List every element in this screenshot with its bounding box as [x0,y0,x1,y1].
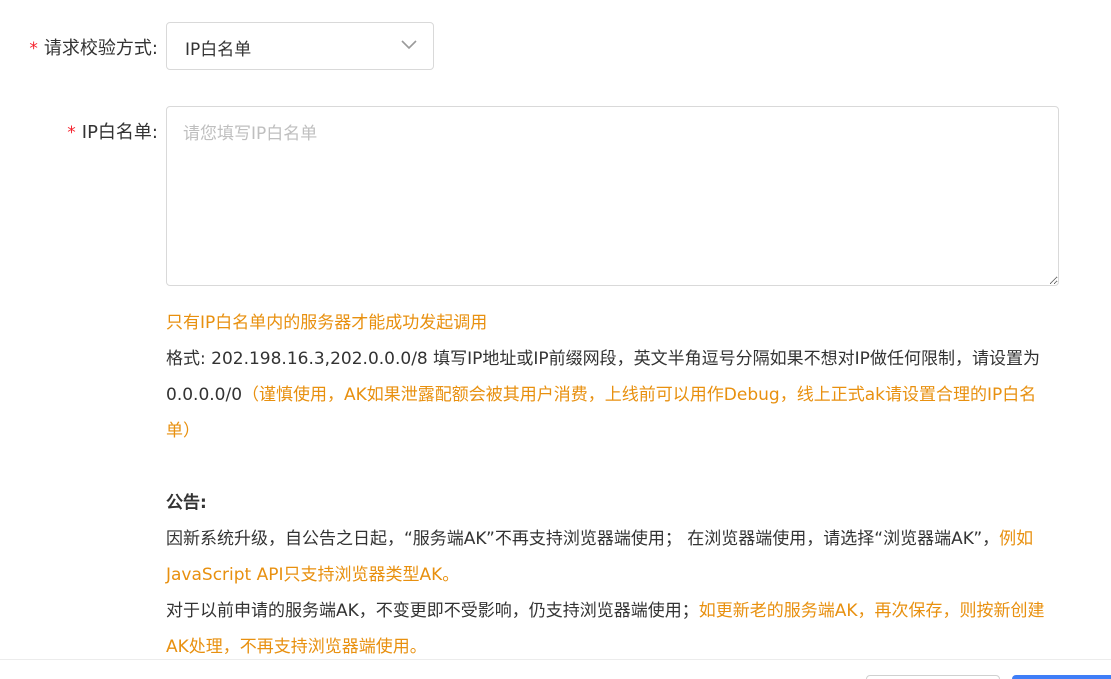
ip-whitelist-label: * IP白名单: [0,118,166,144]
ip-whitelist-label-text: IP白名单: [81,122,158,143]
ip-whitelist-textarea[interactable] [166,106,1059,286]
ip-whitelist-row: * IP白名单: [0,118,166,144]
required-mark: * [67,123,76,143]
notice-p2-text: 对于以前申请的服务端AK，不变更即不受影响，仍支持浏览器端使用； [166,601,699,621]
verify-method-label-text: 请求校验方式: [43,38,158,59]
cancel-button[interactable] [866,675,1000,679]
format-warning: （谨慎使用，AK如果泄露配额会被其用户消费，上线前可以用作Debug，线上正式a… [166,385,1037,441]
required-mark: * [29,39,38,59]
chevron-down-icon [401,40,417,50]
notice-paragraph-2: 对于以前申请的服务端AK，不变更即不受影响，仍支持浏览器端使用；如更新老的服务端… [166,593,1061,665]
format-hint: 格式: 202.198.16.3,202.0.0.0/8 填写IP地址或IP前缀… [166,341,1061,449]
app-key-settings-form: *请求校验方式: IP白名单 *IP白名单: 只有IP白名单内的服务器才能成功发… [0,0,1111,679]
verify-method-select[interactable]: IP白名单 [166,22,434,70]
help-section: 只有IP白名单内的服务器才能成功发起调用 格式: 202.198.16.3,20… [166,305,1061,665]
whitelist-hint: 只有IP白名单内的服务器才能成功发起调用 [166,313,488,333]
verify-method-row: * 请求校验方式: [0,34,166,60]
verify-method-selected-value: IP白名单 [185,40,252,60]
notice-paragraph-1: 因新系统升级，自公告之日起，“服务端AK”不再支持浏览器端使用； 在浏览器端使用… [166,521,1061,593]
notice-p1-text: 因新系统升级，自公告之日起，“服务端AK”不再支持浏览器端使用； 在浏览器端使用… [166,529,1000,549]
verify-method-label: * 请求校验方式: [0,34,166,60]
submit-button[interactable] [1012,675,1111,679]
notice-title: 公告: [166,493,207,513]
